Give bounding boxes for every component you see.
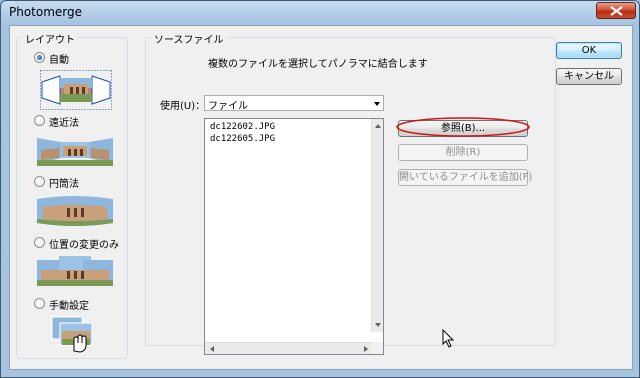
list-item[interactable]: dc122605.JPG [210,134,275,144]
dialog-body: レイアウト 自動 遠近法 円筒法 位置の変更のみ 手動設定 ソースファイル 複数… [9,25,633,370]
layout-option-label: 手動設定 [49,301,89,312]
layout-option-label: 自動 [49,55,69,66]
photomerge-window: Photomerge レイアウト 自動 遠近法 円筒法 位置の変更のみ 手動設定… [0,0,640,378]
add-open-files-button[interactable]: 開いているファイルを追加(F) [398,169,532,186]
radio-auto[interactable] [34,52,45,63]
scroll-down-icon[interactable] [372,319,384,331]
hand-cursor-icon [73,334,87,353]
use-select[interactable]: ファイル [204,95,384,112]
cylindrical-thumbnail [37,193,113,229]
close-button[interactable] [596,2,636,19]
horizontal-scrollbar[interactable] [205,342,373,354]
layout-group-title: レイアウト [23,31,77,46]
scroll-corner [371,342,383,354]
chevron-down-icon [374,102,380,106]
scroll-left-icon[interactable] [206,343,218,355]
vertical-scrollbar[interactable] [371,119,383,332]
manual-thumbnail [50,315,100,353]
layout-option-label: 遠近法 [49,118,79,129]
reposition-thumbnail [37,256,113,288]
scroll-up-icon[interactable] [372,120,384,132]
instruction-text: 複数のファイルを選択してパノラマに結合します [208,59,428,70]
layout-option-label: 位置の変更のみ [49,240,119,251]
close-icon [610,6,623,16]
ok-button[interactable]: OK [556,42,622,59]
radio-manual[interactable] [34,298,45,309]
list-item[interactable]: dc122602.JPG [210,122,275,132]
perspective-thumbnail [37,132,113,166]
source-group-title: ソースファイル [152,31,226,46]
highlight-ellipse [396,117,530,137]
radio-cylindrical[interactable] [34,176,45,187]
file-list[interactable]: dc122602.JPG dc122605.JPG [204,118,384,355]
radio-perspective[interactable] [34,115,45,126]
use-select-value: ファイル [208,101,248,112]
remove-button[interactable]: 削除(R) [398,144,528,161]
mouse-pointer-icon [442,329,455,348]
radio-reposition[interactable] [34,237,45,248]
title-bar[interactable]: Photomerge [1,1,639,25]
auto-layout-thumbnail [40,70,112,110]
use-label: 使用(U)： [160,101,206,112]
cancel-button[interactable]: キャンセル [556,68,622,85]
layout-option-label: 円筒法 [49,179,79,190]
window-title: Photomerge [9,5,83,19]
